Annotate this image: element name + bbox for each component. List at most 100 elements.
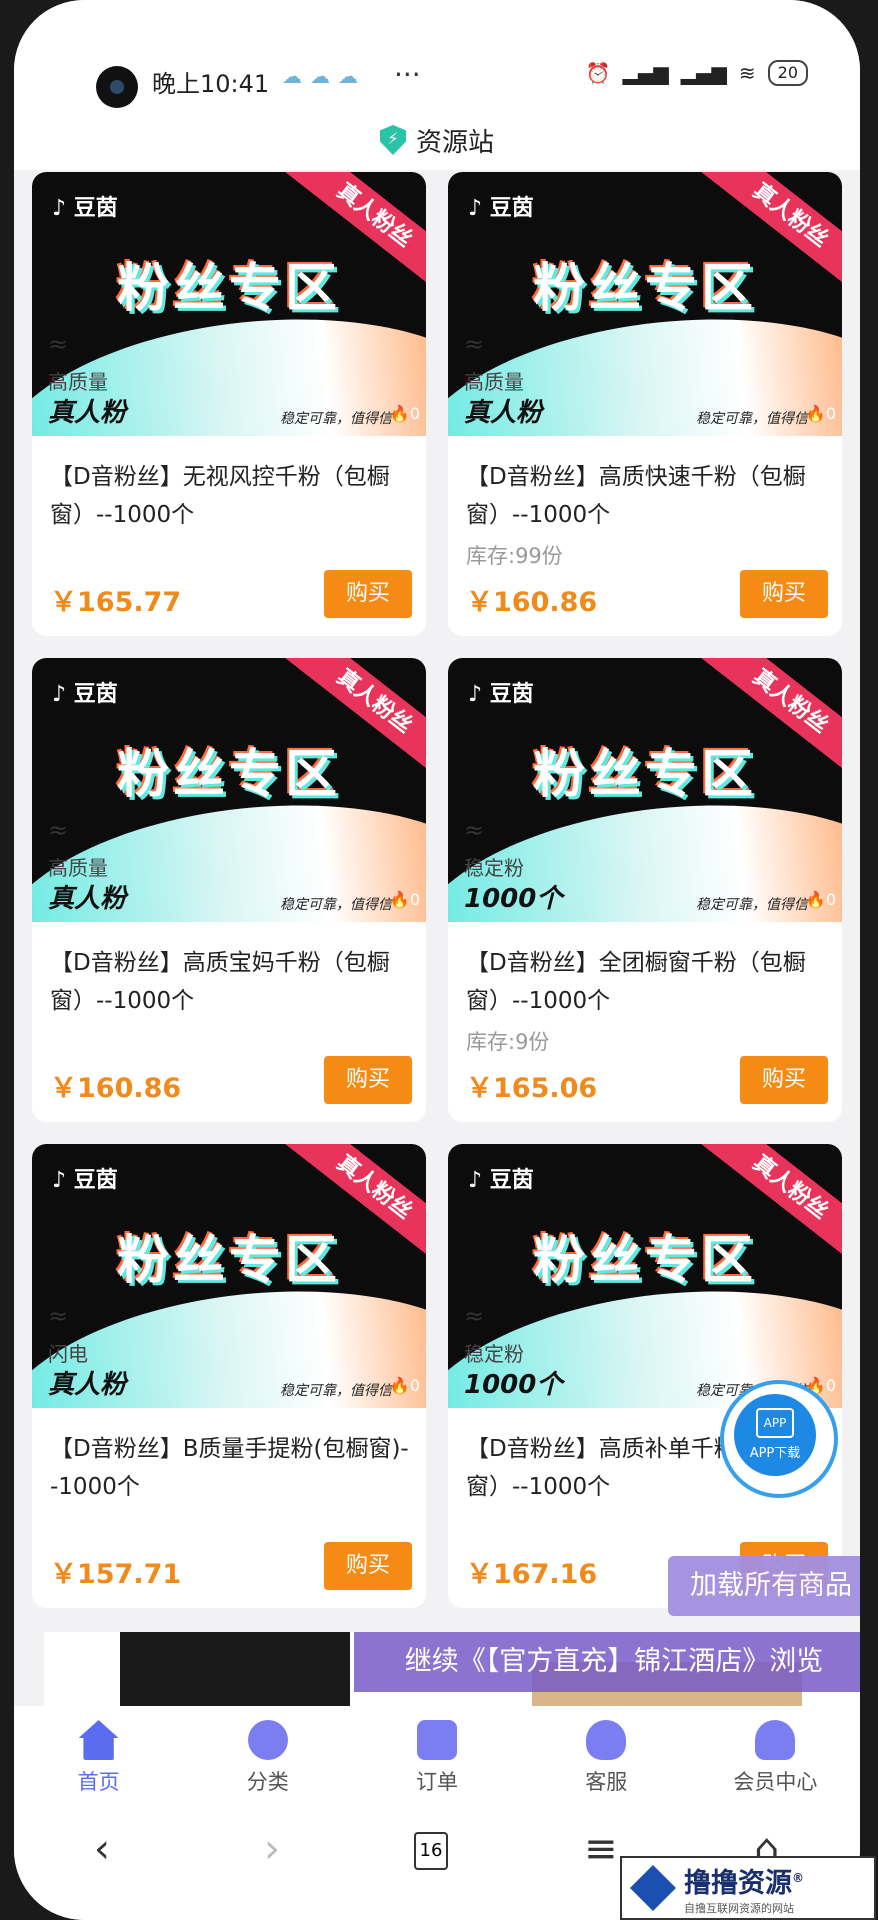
banner-slogan: 稳定可靠，值得信 [696, 411, 808, 427]
product-price: ￥165.06 [466, 1073, 598, 1104]
banner-headline: 粉丝专区 [532, 745, 757, 805]
brand-logo: ♪ 豆茵 [52, 1168, 118, 1193]
app-icon: APP [756, 1408, 794, 1438]
fire-icon: 🔥0 [805, 404, 836, 423]
banner-slogan: 稳定可靠，值得信 [280, 897, 392, 913]
wave-icon: ≈ [464, 816, 485, 844]
product-price: ￥160.86 [50, 1073, 182, 1104]
phone-screen: 晚上10:41 ☁☁☁ ··· ⏰ ▂▄▆ ▂▄▆ ≋ 20 ⚡ 资源站 ♪ 豆… [14, 0, 860, 1920]
continue-browsing-banner[interactable]: 继续《【官方直充】锦江酒店》浏览 [354, 1632, 860, 1692]
brand-logo: ♪ 豆茵 [468, 682, 534, 707]
tab-label: 客服 [585, 1770, 628, 1794]
wave-icon: ≈ [464, 330, 485, 358]
tabs-count-button[interactable]: 16 [414, 1832, 448, 1870]
watermark-subtitle: 自撸互联网资源的网站 [684, 1901, 794, 1915]
page-header: ⚡ 资源站 [14, 110, 860, 170]
status-icons: ⏰ ▂▄▆ ▂▄▆ ≋ 20 [586, 60, 808, 86]
brand-logo: ♪ 豆茵 [52, 682, 118, 707]
tab-orders[interactable]: 订单 [352, 1706, 521, 1806]
wifi-icon: ≋ [738, 61, 756, 85]
tab-label: 订单 [416, 1770, 458, 1794]
product-stock: 库存:9份 [466, 1030, 550, 1054]
product-name[interactable]: 【D音粉丝】无视风控千粉（包橱窗）--1000个 [50, 458, 410, 534]
wave-icon: ≈ [48, 816, 69, 844]
product-banner-image: ♪ 豆茵 真人粉丝 粉丝专区 ≈ 稳定粉 1000个 稳定可靠，值得信 🔥0 [448, 1144, 842, 1408]
banner-headline: 粉丝专区 [116, 745, 341, 805]
product-name[interactable]: 【D音粉丝】高质宝妈千粉（包橱窗）--1000个 [50, 944, 410, 1020]
banner-slogan: 稳定可靠，值得信 [696, 897, 808, 913]
order-icon [417, 1720, 457, 1760]
banner-main-tag: 真人粉 [48, 398, 127, 428]
banner-subtag: 高质量 [48, 856, 108, 880]
buy-button[interactable]: 购买 [324, 1056, 412, 1104]
notification-icons: ☁☁☁ [282, 64, 366, 88]
product-card[interactable]: ♪ 豆茵 真人粉丝 粉丝专区 ≈ 高质量 真人粉 稳定可靠，值得信 🔥0 【D音… [448, 172, 842, 636]
banner-slogan: 稳定可靠，值得信 [280, 1383, 392, 1399]
product-price: ￥165.77 [50, 587, 182, 618]
product-banner-image: ♪ 豆茵 真人粉丝 粉丝专区 ≈ 高质量 真人粉 稳定可靠，值得信 🔥0 [32, 658, 426, 922]
product-name[interactable]: 【D音粉丝】高质快速千粉（包橱窗）--1000个 [466, 458, 826, 534]
product-price: ￥167.16 [466, 1559, 598, 1590]
menu-icon[interactable]: ≡ [584, 1826, 618, 1872]
front-camera [96, 66, 138, 108]
product-card[interactable]: ♪ 豆茵 真人粉丝 粉丝专区 ≈ 稳定粉 1000个 稳定可靠，值得信 🔥0 【… [448, 658, 842, 1122]
tab-category[interactable]: 分类 [183, 1706, 352, 1806]
product-stock: 库存:99份 [466, 544, 563, 568]
product-card[interactable]: ♪ 豆茵 真人粉丝 粉丝专区 ≈ 高质量 真人粉 稳定可靠，值得信 🔥0 【D音… [32, 658, 426, 1122]
app-download-label: APP下载 [749, 1446, 801, 1461]
back-icon[interactable]: ‹ [94, 1826, 110, 1872]
wave-icon: ≈ [48, 1302, 69, 1330]
tab-home[interactable]: 首页 [14, 1706, 183, 1806]
tab-label: 首页 [77, 1770, 120, 1794]
app-download-button[interactable]: APP APP下载 [720, 1380, 838, 1498]
more-notifications-icon: ··· [394, 58, 421, 91]
tab-member[interactable]: 会员中心 [691, 1706, 860, 1806]
banner-subtag: 稳定粉 [464, 856, 524, 880]
forward-icon[interactable]: › [264, 1826, 280, 1872]
tab-service[interactable]: 客服 [522, 1706, 691, 1806]
battery-icon: 20 [767, 60, 808, 86]
product-banner-image: ♪ 豆茵 真人粉丝 粉丝专区 ≈ 稳定粉 1000个 稳定可靠，值得信 🔥0 [448, 658, 842, 922]
banner-headline: 粉丝专区 [532, 1231, 757, 1291]
wave-icon: ≈ [464, 1302, 485, 1330]
product-price: ￥160.86 [466, 587, 598, 618]
buy-button[interactable]: 购买 [324, 1542, 412, 1590]
product-card[interactable]: ♪ 豆茵 真人粉丝 粉丝专区 ≈ 闪电 真人粉 稳定可靠，值得信 🔥0 【D音粉… [32, 1144, 426, 1608]
buy-button[interactable]: 购买 [740, 1056, 828, 1104]
banner-main-tag: 真人粉 [464, 398, 543, 428]
buy-button[interactable]: 购买 [324, 570, 412, 618]
banner-headline: 粉丝专区 [116, 1231, 341, 1291]
product-card[interactable]: ♪ 豆茵 真人粉丝 粉丝专区 ≈ 稳定粉 1000个 稳定可靠，值得信 🔥0 【… [448, 1144, 842, 1608]
brand-logo: ♪ 豆茵 [468, 196, 534, 221]
product-banner-image: ♪ 豆茵 真人粉丝 粉丝专区 ≈ 闪电 真人粉 稳定可靠，值得信 🔥0 [32, 1144, 426, 1408]
tab-label: 分类 [246, 1770, 289, 1794]
banner-subtag: 闪电 [48, 1342, 88, 1366]
product-name[interactable]: 【D音粉丝】全团橱窗千粉（包橱窗）--1000个 [466, 944, 826, 1020]
fire-icon: 🔥0 [389, 1376, 420, 1395]
status-bar: 晚上10:41 ☁☁☁ ··· ⏰ ▂▄▆ ▂▄▆ ≋ 20 [14, 0, 860, 110]
watermark-logo: 撸撸资源® 自撸互联网资源的网站 [620, 1856, 876, 1920]
product-price: ￥157.71 [50, 1559, 182, 1590]
status-time: 晚上10:41 [152, 70, 270, 98]
partial-image [120, 1632, 350, 1712]
banner-headline: 粉丝专区 [532, 259, 757, 319]
home-icon [78, 1720, 119, 1760]
alarm-icon: ⏰ [585, 61, 611, 85]
wave-icon: ≈ [48, 330, 69, 358]
banner-headline: 粉丝专区 [116, 259, 341, 319]
buy-button[interactable]: 购买 [740, 570, 828, 618]
page-title: 资源站 [415, 127, 494, 158]
category-icon [247, 1720, 288, 1760]
fire-icon: 🔥0 [805, 890, 836, 909]
load-all-products-button[interactable]: 加载所有商品 [668, 1556, 860, 1616]
shield-icon: ⚡ [379, 125, 406, 155]
banner-main-tag: 1000个 [464, 1370, 563, 1400]
banner-subtag: 高质量 [48, 370, 108, 394]
bottom-tab-bar: 首页 分类 订单 客服 会员中心 [14, 1706, 860, 1806]
product-name[interactable]: 【D音粉丝】B质量手提粉(包橱窗)--1000个 [50, 1430, 410, 1506]
banner-main-tag: 真人粉 [48, 884, 127, 914]
watermark-icon [630, 1865, 676, 1911]
product-card[interactable]: ♪ 豆茵 真人粉丝 粉丝专区 ≈ 高质量 真人粉 稳定可靠，值得信 🔥0 【D音… [32, 172, 426, 636]
watermark-title: 撸撸资源® [684, 1867, 804, 1899]
brand-logo: ♪ 豆茵 [52, 196, 118, 221]
